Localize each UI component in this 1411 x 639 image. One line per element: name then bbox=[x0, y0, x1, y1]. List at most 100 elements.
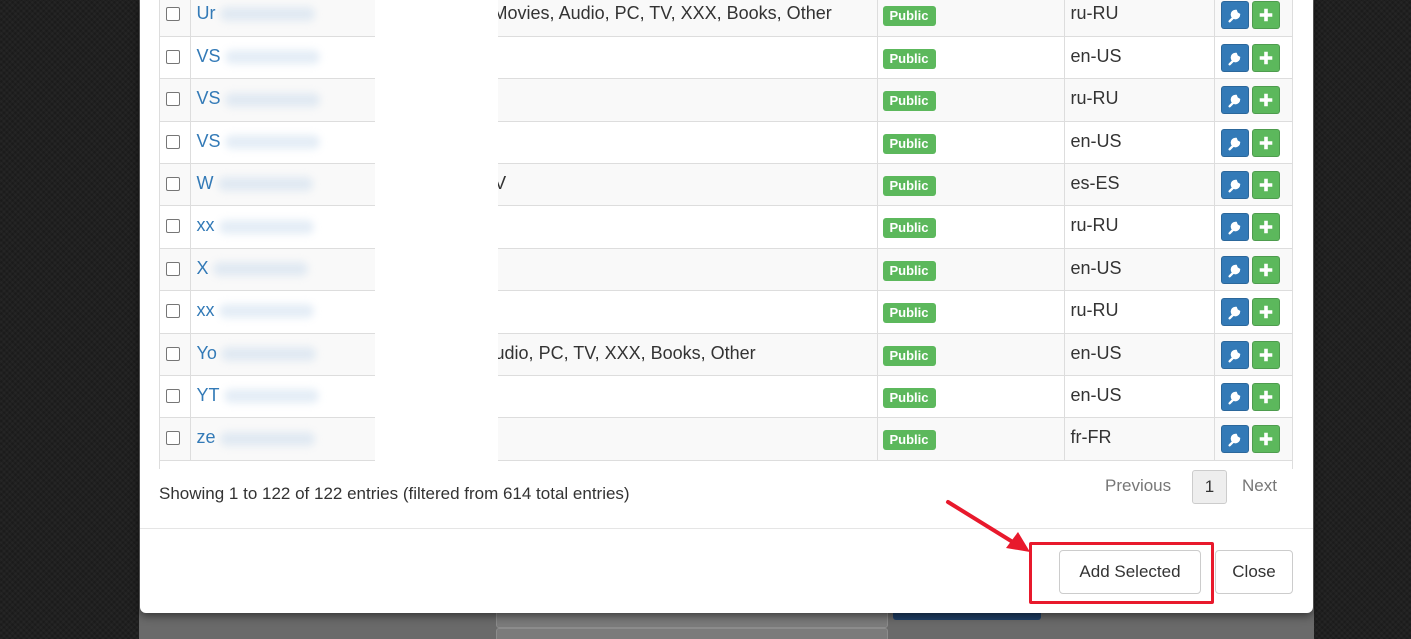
edit-button[interactable] bbox=[1220, 298, 1249, 327]
edit-button[interactable] bbox=[1220, 86, 1249, 115]
language-cell: ru-RU bbox=[1063, 0, 1215, 37]
row-checkbox[interactable] bbox=[166, 7, 180, 21]
row-checkbox[interactable] bbox=[166, 261, 180, 276]
public-badge: Public bbox=[882, 133, 936, 154]
background-input bbox=[496, 628, 888, 639]
redaction-strip bbox=[375, 0, 498, 462]
redacted-text bbox=[219, 431, 315, 446]
add-indexer-button[interactable] bbox=[1251, 171, 1280, 200]
redacted-text bbox=[224, 134, 320, 149]
row-checkbox[interactable] bbox=[166, 49, 180, 64]
close-button[interactable]: Close bbox=[1215, 550, 1293, 594]
plus-icon bbox=[1259, 433, 1272, 446]
indexer-name-link[interactable]: YT bbox=[197, 385, 220, 405]
redacted-text bbox=[218, 219, 314, 234]
row-checkbox[interactable] bbox=[166, 389, 180, 404]
plus-icon bbox=[1259, 263, 1272, 277]
indexer-name-link[interactable]: X bbox=[197, 258, 209, 278]
indexer-table: Ur Console, Movies, Audio, PC, TV, XXX, … bbox=[160, 0, 1292, 461]
table-info: Showing 1 to 122 of 122 entries (filtere… bbox=[159, 484, 630, 503]
add-indexer-button[interactable] bbox=[1251, 383, 1280, 412]
wrench-icon bbox=[1227, 307, 1240, 320]
add-indexer-button[interactable] bbox=[1251, 86, 1280, 115]
indexer-name-link[interactable]: ze bbox=[197, 427, 216, 447]
add-indexer-button[interactable] bbox=[1251, 298, 1280, 327]
language-cell: fr-FR bbox=[1063, 417, 1215, 461]
redacted-text bbox=[219, 7, 315, 22]
row-checkbox[interactable] bbox=[166, 346, 180, 361]
table-row: xx XXX Public ru-RU bbox=[160, 290, 1292, 334]
indexer-name-link[interactable]: W bbox=[197, 173, 214, 193]
add-indexer-button[interactable] bbox=[1251, 43, 1280, 72]
language-cell: en-US bbox=[1063, 375, 1215, 419]
plus-icon bbox=[1259, 178, 1272, 192]
add-indexer-button[interactable] bbox=[1251, 128, 1280, 157]
indexer-name-link[interactable]: Ur bbox=[197, 3, 216, 23]
table-row: X XXX Public en-US bbox=[160, 247, 1292, 292]
indexer-name-link[interactable]: VS bbox=[197, 88, 221, 108]
redacted-text bbox=[212, 262, 308, 277]
table-row: xx XXX Public ru-RU bbox=[160, 205, 1292, 249]
modal-footer-divider bbox=[140, 528, 1313, 529]
plus-icon bbox=[1259, 305, 1272, 319]
public-badge: Public bbox=[882, 91, 936, 112]
row-checkbox[interactable] bbox=[166, 177, 180, 192]
edit-button[interactable] bbox=[1220, 425, 1249, 454]
public-badge: Public bbox=[882, 260, 936, 281]
redacted-text bbox=[218, 304, 314, 319]
row-checkbox[interactable] bbox=[166, 431, 180, 446]
add-indexer-button[interactable] bbox=[1251, 213, 1280, 242]
edit-button[interactable] bbox=[1220, 383, 1249, 412]
public-badge: Public bbox=[882, 218, 936, 239]
wrench-icon bbox=[1227, 95, 1240, 108]
public-badge: Public bbox=[882, 176, 936, 197]
wrench-icon bbox=[1227, 349, 1240, 363]
edit-button[interactable] bbox=[1220, 128, 1249, 157]
edit-button[interactable] bbox=[1220, 171, 1249, 200]
indexer-table-scroll[interactable]: Ur Console, Movies, Audio, PC, TV, XXX, … bbox=[159, 0, 1293, 469]
table-row: Yo Movies, Audio, PC, TV, XXX, Books, Ot… bbox=[160, 332, 1292, 377]
plus-icon bbox=[1259, 348, 1272, 361]
redacted-text bbox=[224, 50, 320, 65]
public-badge: Public bbox=[882, 430, 936, 451]
edit-button[interactable] bbox=[1220, 340, 1249, 369]
language-cell: en-US bbox=[1063, 247, 1215, 292]
row-checkbox[interactable] bbox=[166, 219, 180, 234]
row-checkbox[interactable] bbox=[166, 304, 180, 319]
indexer-name-link[interactable]: VS bbox=[197, 131, 221, 151]
add-indexer-button[interactable] bbox=[1251, 1, 1280, 29]
wrench-icon bbox=[1227, 264, 1240, 278]
wrench-icon bbox=[1227, 137, 1240, 151]
table-row: YT Movies Public en-US bbox=[160, 375, 1292, 419]
wrench-icon bbox=[1227, 9, 1240, 23]
add-indexer-button[interactable] bbox=[1251, 340, 1280, 369]
plus-icon bbox=[1259, 136, 1272, 149]
row-checkbox[interactable] bbox=[166, 134, 180, 149]
edit-button[interactable] bbox=[1220, 43, 1249, 72]
table-row: ze Other Public fr-FR bbox=[160, 417, 1292, 461]
edit-button[interactable] bbox=[1220, 1, 1249, 29]
table-row: VS PC Public en-US bbox=[160, 120, 1292, 165]
indexer-name-link[interactable]: xx bbox=[197, 300, 215, 320]
add-indexer-button[interactable] bbox=[1251, 255, 1280, 284]
wrench-icon bbox=[1227, 222, 1240, 235]
pagination-next[interactable]: Next bbox=[1242, 476, 1277, 496]
pagination-previous[interactable]: Previous bbox=[1105, 476, 1171, 496]
indexer-name-link[interactable]: xx bbox=[197, 215, 215, 235]
row-checkbox[interactable] bbox=[166, 92, 180, 107]
add-indexer-button[interactable] bbox=[1251, 425, 1280, 454]
plus-icon bbox=[1259, 51, 1272, 65]
table-row: Ur Console, Movies, Audio, PC, TV, XXX, … bbox=[160, 0, 1292, 37]
wrench-icon bbox=[1227, 179, 1240, 193]
edit-button[interactable] bbox=[1220, 255, 1249, 284]
indexer-name-link[interactable]: VS bbox=[197, 46, 221, 66]
plus-icon bbox=[1259, 390, 1272, 404]
pagination-page-1[interactable]: 1 bbox=[1192, 470, 1227, 504]
indexer-name-link[interactable]: Yo bbox=[197, 343, 217, 363]
plus-icon bbox=[1259, 8, 1272, 22]
plus-icon bbox=[1259, 93, 1272, 107]
public-badge: Public bbox=[882, 48, 936, 69]
edit-button[interactable] bbox=[1220, 213, 1249, 242]
annotation-arrow-icon bbox=[946, 500, 1030, 552]
table-row: W Movies, TV Public es-ES bbox=[160, 163, 1292, 207]
